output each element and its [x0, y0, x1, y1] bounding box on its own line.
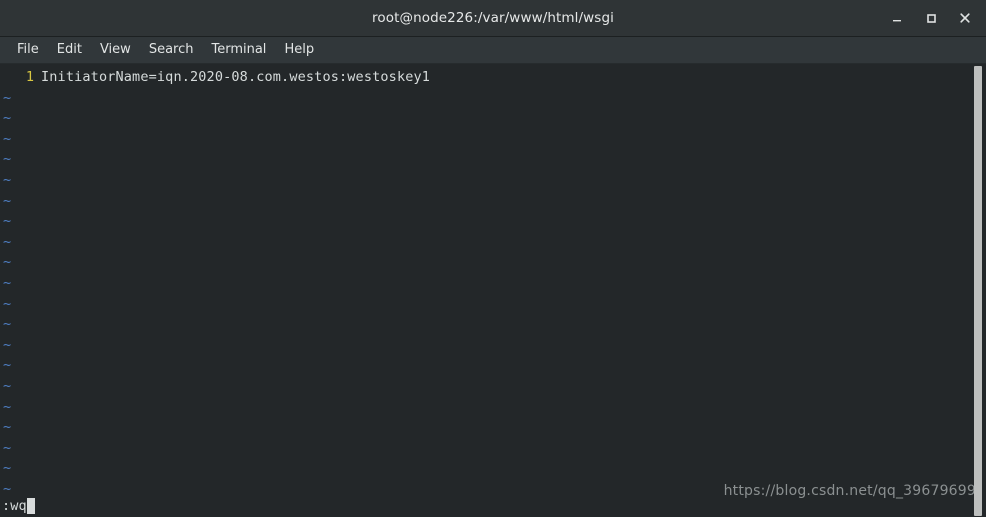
- minimize-button[interactable]: [882, 4, 912, 32]
- editor-empty-line: ~: [0, 88, 986, 109]
- window-title: root@node226:/var/www/html/wsgi: [372, 10, 614, 26]
- tilde-marker: ~: [3, 336, 12, 353]
- editor-empty-line: ~: [0, 170, 986, 191]
- editor-empty-line: ~: [0, 294, 986, 315]
- menu-item-search[interactable]: Search: [140, 40, 203, 60]
- editor-empty-line: ~: [0, 397, 986, 418]
- tilde-marker: ~: [3, 295, 12, 312]
- tilde-marker: ~: [3, 130, 12, 147]
- editor-empty-line: ~: [0, 376, 986, 397]
- tilde-marker: ~: [3, 274, 12, 291]
- tilde-marker: ~: [3, 439, 12, 456]
- tilde-marker: ~: [3, 89, 12, 106]
- watermark-text: https://blog.csdn.net/qq_39679699: [723, 483, 976, 499]
- tilde-marker: ~: [3, 480, 12, 497]
- tilde-marker: ~: [3, 192, 12, 209]
- tilde-marker: ~: [3, 377, 12, 394]
- terminal-window: root@node226:/var/www/html/wsgi File Edi…: [0, 0, 986, 517]
- editor-empty-line: ~: [0, 232, 986, 253]
- tilde-marker: ~: [3, 213, 12, 230]
- editor-empty-line: ~: [0, 355, 986, 376]
- editor-buffer[interactable]: 1 InitiatorName=iqn.2020-08.com.westos:we…: [0, 67, 986, 517]
- editor-line-number: 1: [25, 69, 34, 85]
- menu-item-help[interactable]: Help: [275, 40, 323, 60]
- terminal-content[interactable]: 1 InitiatorName=iqn.2020-08.com.westos:we…: [0, 64, 986, 517]
- editor-empty-line: ~: [0, 191, 986, 212]
- maximize-button[interactable]: [916, 4, 946, 32]
- editor-line[interactable]: 1 InitiatorName=iqn.2020-08.com.westos:we…: [0, 67, 986, 88]
- maximize-icon: [924, 11, 938, 25]
- tilde-marker: ~: [3, 110, 12, 127]
- tilde-marker: ~: [3, 171, 12, 188]
- menu-item-terminal[interactable]: Terminal: [202, 40, 275, 60]
- editor-empty-line: ~: [0, 438, 986, 459]
- command-text: :wq: [2, 498, 27, 514]
- menu-item-edit[interactable]: Edit: [48, 40, 91, 60]
- editor-empty-line: ~: [0, 252, 986, 273]
- editor-empty-line: ~: [0, 335, 986, 356]
- editor-line-text: InitiatorName=iqn.2020-08.com.westos:wes…: [41, 69, 431, 85]
- editor-empty-line: ~: [0, 417, 986, 438]
- menu-item-file[interactable]: File: [8, 40, 48, 60]
- tilde-marker: ~: [3, 357, 12, 374]
- tilde-marker: ~: [3, 151, 12, 168]
- menu-item-view[interactable]: View: [91, 40, 140, 60]
- editor-empty-line: ~: [0, 149, 986, 170]
- minimize-icon: [890, 11, 904, 25]
- tilde-marker: ~: [3, 316, 12, 333]
- scrollbar-thumb[interactable]: [974, 66, 982, 516]
- title-bar[interactable]: root@node226:/var/www/html/wsgi: [0, 0, 986, 37]
- tilde-marker: ~: [3, 398, 12, 415]
- editor-empty-line: ~: [0, 211, 986, 232]
- tilde-marker: ~: [3, 460, 12, 477]
- menu-bar: File Edit View Search Terminal Help: [0, 37, 986, 64]
- tilde-marker: ~: [3, 233, 12, 250]
- editor-empty-line: ~: [0, 314, 986, 335]
- close-icon: [958, 11, 972, 25]
- scrollbar-track[interactable]: [974, 64, 984, 517]
- window-controls: [882, 0, 980, 36]
- editor-empty-line: ~: [0, 129, 986, 150]
- text-cursor: [26, 498, 35, 514]
- editor-empty-line: ~: [0, 458, 986, 479]
- editor-empty-line: ~: [0, 273, 986, 294]
- vim-command-line[interactable]: :wq: [0, 496, 986, 516]
- editor-empty-line: ~: [0, 108, 986, 129]
- close-button[interactable]: [950, 4, 980, 32]
- tilde-marker: ~: [3, 254, 12, 271]
- tilde-marker: ~: [3, 419, 12, 436]
